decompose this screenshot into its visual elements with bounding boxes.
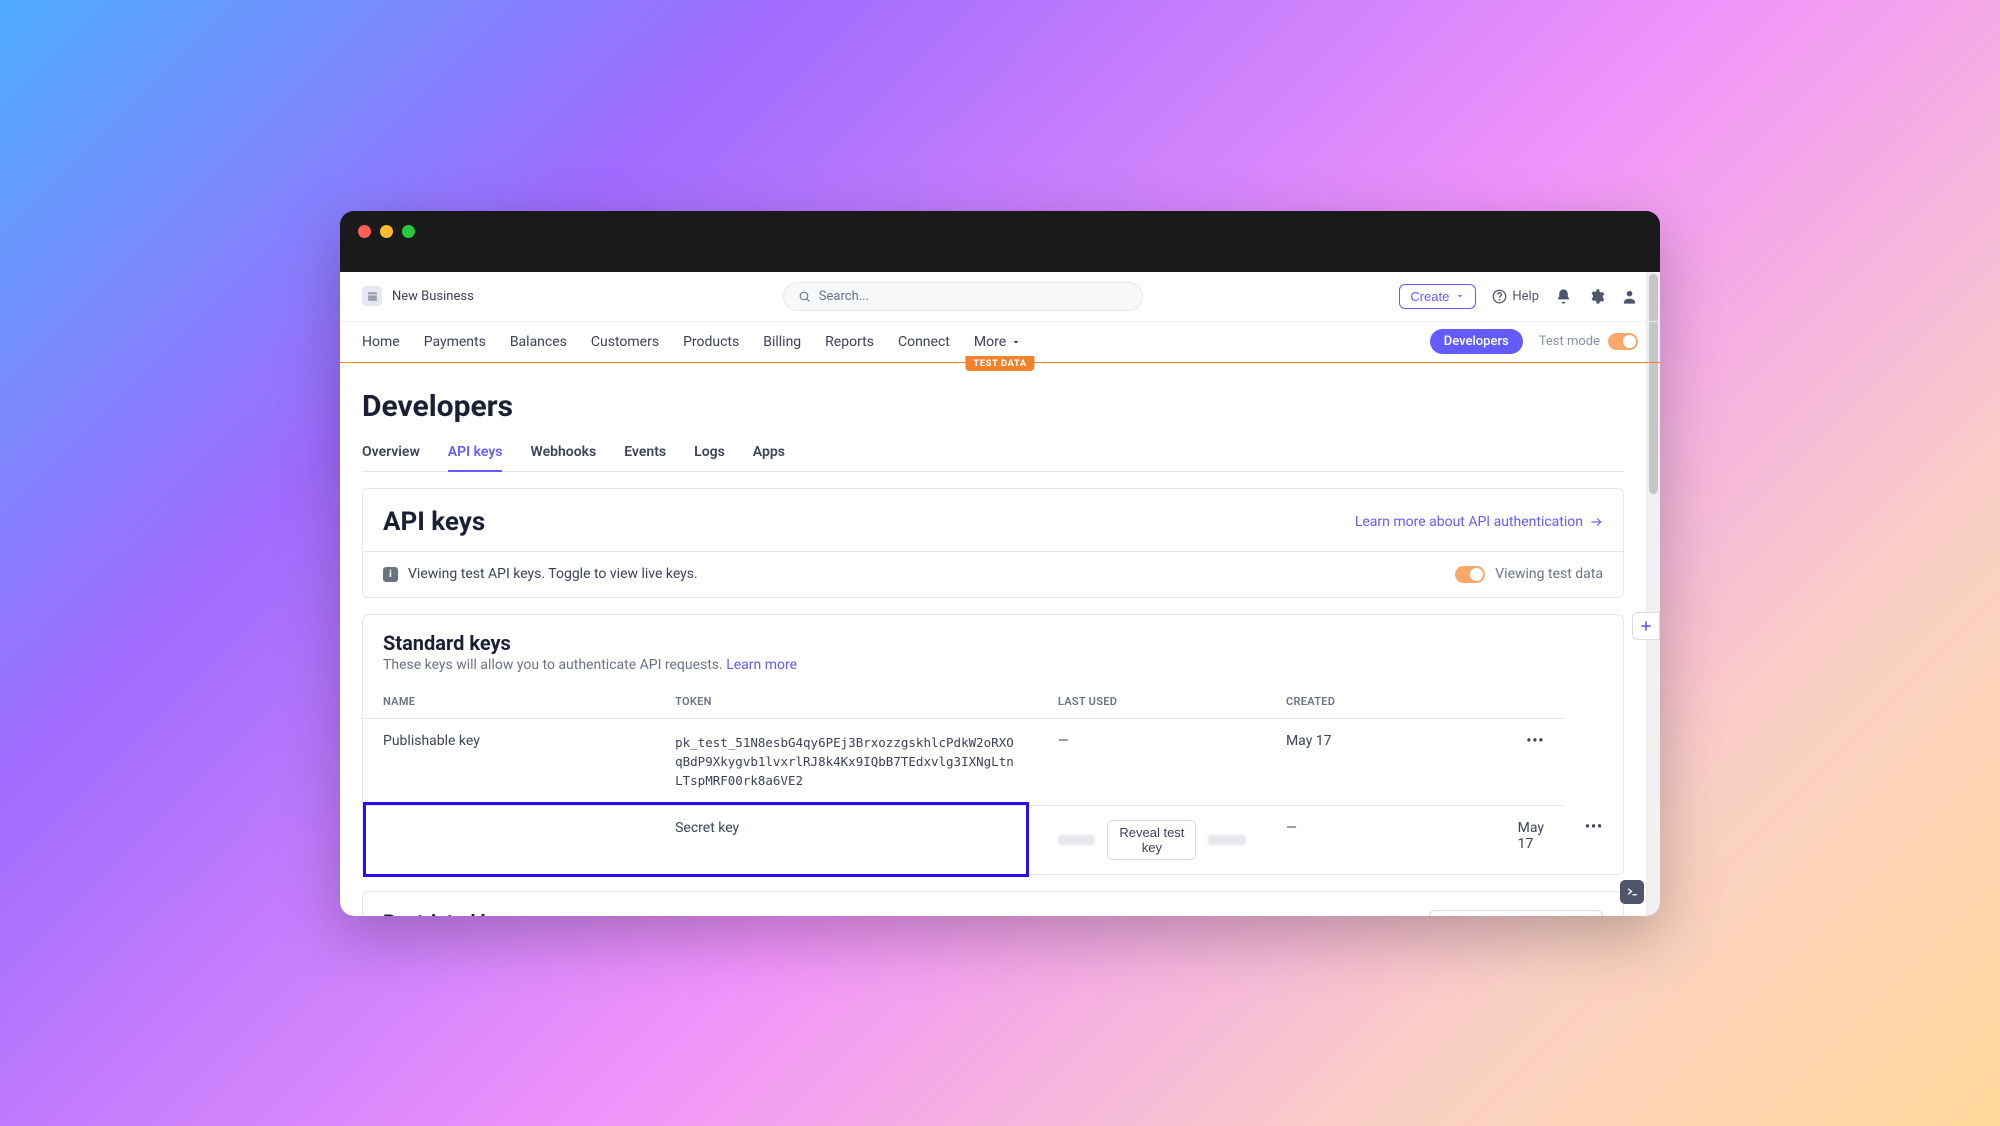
nav-customers[interactable]: Customers	[591, 322, 659, 362]
search-icon	[798, 290, 811, 303]
help-label: Help	[1512, 289, 1539, 304]
settings-button[interactable]	[1588, 288, 1605, 305]
toggle-icon	[1608, 333, 1638, 350]
topbar-right: Create Help	[1399, 284, 1638, 309]
chevron-down-icon	[1455, 291, 1465, 301]
tab-api-keys[interactable]: API keys	[448, 434, 503, 472]
nav-billing[interactable]: Billing	[763, 322, 801, 362]
terminal-icon	[1626, 885, 1639, 898]
reveal-test-key-button[interactable]: Reveal test key	[1107, 820, 1196, 860]
tab-webhooks[interactable]: Webhooks	[530, 434, 596, 472]
page-title: Developers	[362, 389, 1624, 424]
col-name: NAME	[363, 685, 655, 719]
key-name: Publishable key	[363, 718, 655, 805]
key-created: May 17	[1266, 718, 1498, 805]
create-button[interactable]: Create	[1399, 284, 1476, 309]
brand-name: New Business	[392, 289, 474, 304]
nav-links: Home Payments Balances Customers Product…	[362, 322, 1022, 362]
window-minimize[interactable]	[380, 225, 393, 238]
nav-reports[interactable]: Reports	[825, 322, 874, 362]
bell-icon	[1555, 288, 1572, 305]
window-maximize[interactable]	[402, 225, 415, 238]
learn-authentication-link[interactable]: Learn more about API authentication	[1355, 514, 1603, 530]
tab-logs[interactable]: Logs	[694, 434, 725, 472]
help-link[interactable]: Help	[1492, 289, 1539, 304]
standard-keys-subtitle: These keys will allow you to authenticat…	[383, 657, 1603, 673]
table-row-secret: Secret key Reveal test key — May 17 ••	[363, 805, 1623, 874]
tab-events[interactable]: Events	[624, 434, 666, 472]
key-name: Secret key	[655, 805, 1038, 874]
scrollbar[interactable]	[1646, 272, 1660, 916]
api-keys-card: API keys Learn more about API authentica…	[362, 488, 1624, 598]
row-more-button[interactable]: •••	[1526, 733, 1544, 749]
info-icon: i	[383, 567, 398, 582]
app-frame: New Business Search... Create Help	[340, 272, 1660, 916]
key-lastused: —	[1038, 718, 1266, 805]
key-lastused: —	[1266, 805, 1498, 874]
topbar: New Business Search... Create Help	[340, 272, 1660, 321]
card-title: API keys	[383, 507, 485, 537]
standard-keys-card: Standard keys These keys will allow you …	[362, 614, 1624, 875]
arrow-right-icon	[1589, 515, 1603, 529]
col-lastused: LAST USED	[1038, 685, 1266, 719]
tab-overview[interactable]: Overview	[362, 434, 420, 472]
standard-keys-table: NAME TOKEN LAST USED CREATED Publishable…	[363, 685, 1623, 874]
hidden-token	[1208, 835, 1246, 845]
standard-learn-more-link[interactable]: Learn more	[726, 657, 797, 673]
store-icon	[362, 286, 382, 306]
restricted-title: Restricted keys	[383, 910, 1243, 916]
test-keys-notice: i Viewing test API keys. Toggle to view …	[363, 551, 1623, 597]
search-placeholder: Search...	[819, 289, 869, 304]
gear-icon	[1588, 288, 1605, 305]
nav-balances[interactable]: Balances	[510, 322, 567, 362]
tab-apps[interactable]: Apps	[753, 434, 785, 472]
main-nav: Home Payments Balances Customers Product…	[340, 321, 1660, 363]
standard-keys-title: Standard keys	[383, 631, 1603, 655]
create-label: Create	[1410, 289, 1449, 304]
nav-payments[interactable]: Payments	[424, 322, 486, 362]
floating-add-button[interactable]	[1632, 612, 1660, 640]
hidden-token	[1058, 835, 1096, 845]
window-close[interactable]	[358, 225, 371, 238]
key-created: May 17	[1498, 805, 1565, 874]
help-icon	[1492, 289, 1507, 304]
plus-icon	[1638, 618, 1654, 634]
key-token[interactable]: pk_test_51N8esbG4qy6PEj3BrxozzgskhlcPdkW…	[675, 733, 1015, 791]
row-more-button[interactable]: •••	[1585, 819, 1603, 835]
viewing-test-label: Viewing test data	[1495, 566, 1603, 582]
search-input[interactable]: Search...	[783, 282, 1143, 311]
content: Developers Overview API keys Webhooks Ev…	[340, 363, 1646, 916]
user-icon	[1621, 288, 1638, 305]
brand[interactable]: New Business	[362, 286, 474, 306]
chevron-down-icon	[1010, 336, 1022, 348]
nav-connect[interactable]: Connect	[898, 322, 950, 362]
restricted-keys-card: Restricted keys For greater security, yo…	[362, 891, 1624, 916]
col-created: CREATED	[1266, 685, 1498, 719]
floating-console-button[interactable]	[1620, 880, 1644, 904]
developers-pill[interactable]: Developers	[1430, 329, 1523, 354]
account-button[interactable]	[1621, 288, 1638, 305]
table-row: Publishable key pk_test_51N8esbG4qy6PEj3…	[363, 718, 1623, 805]
notifications-button[interactable]	[1555, 288, 1572, 305]
test-mode-toggle[interactable]: Test mode	[1539, 333, 1638, 350]
col-token: TOKEN	[655, 685, 1038, 719]
browser-window: New Business Search... Create Help	[340, 211, 1660, 916]
nav-home[interactable]: Home	[362, 322, 400, 362]
viewing-test-toggle[interactable]	[1455, 566, 1485, 583]
nav-products[interactable]: Products	[683, 322, 739, 362]
notice-text: Viewing test API keys. Toggle to view li…	[408, 566, 698, 582]
titlebar	[340, 211, 1660, 272]
tabs: Overview API keys Webhooks Events Logs A…	[362, 434, 1624, 472]
create-restricted-key-button[interactable]: Create restricted key	[1429, 910, 1603, 916]
test-data-badge: TEST DATA	[965, 356, 1034, 371]
